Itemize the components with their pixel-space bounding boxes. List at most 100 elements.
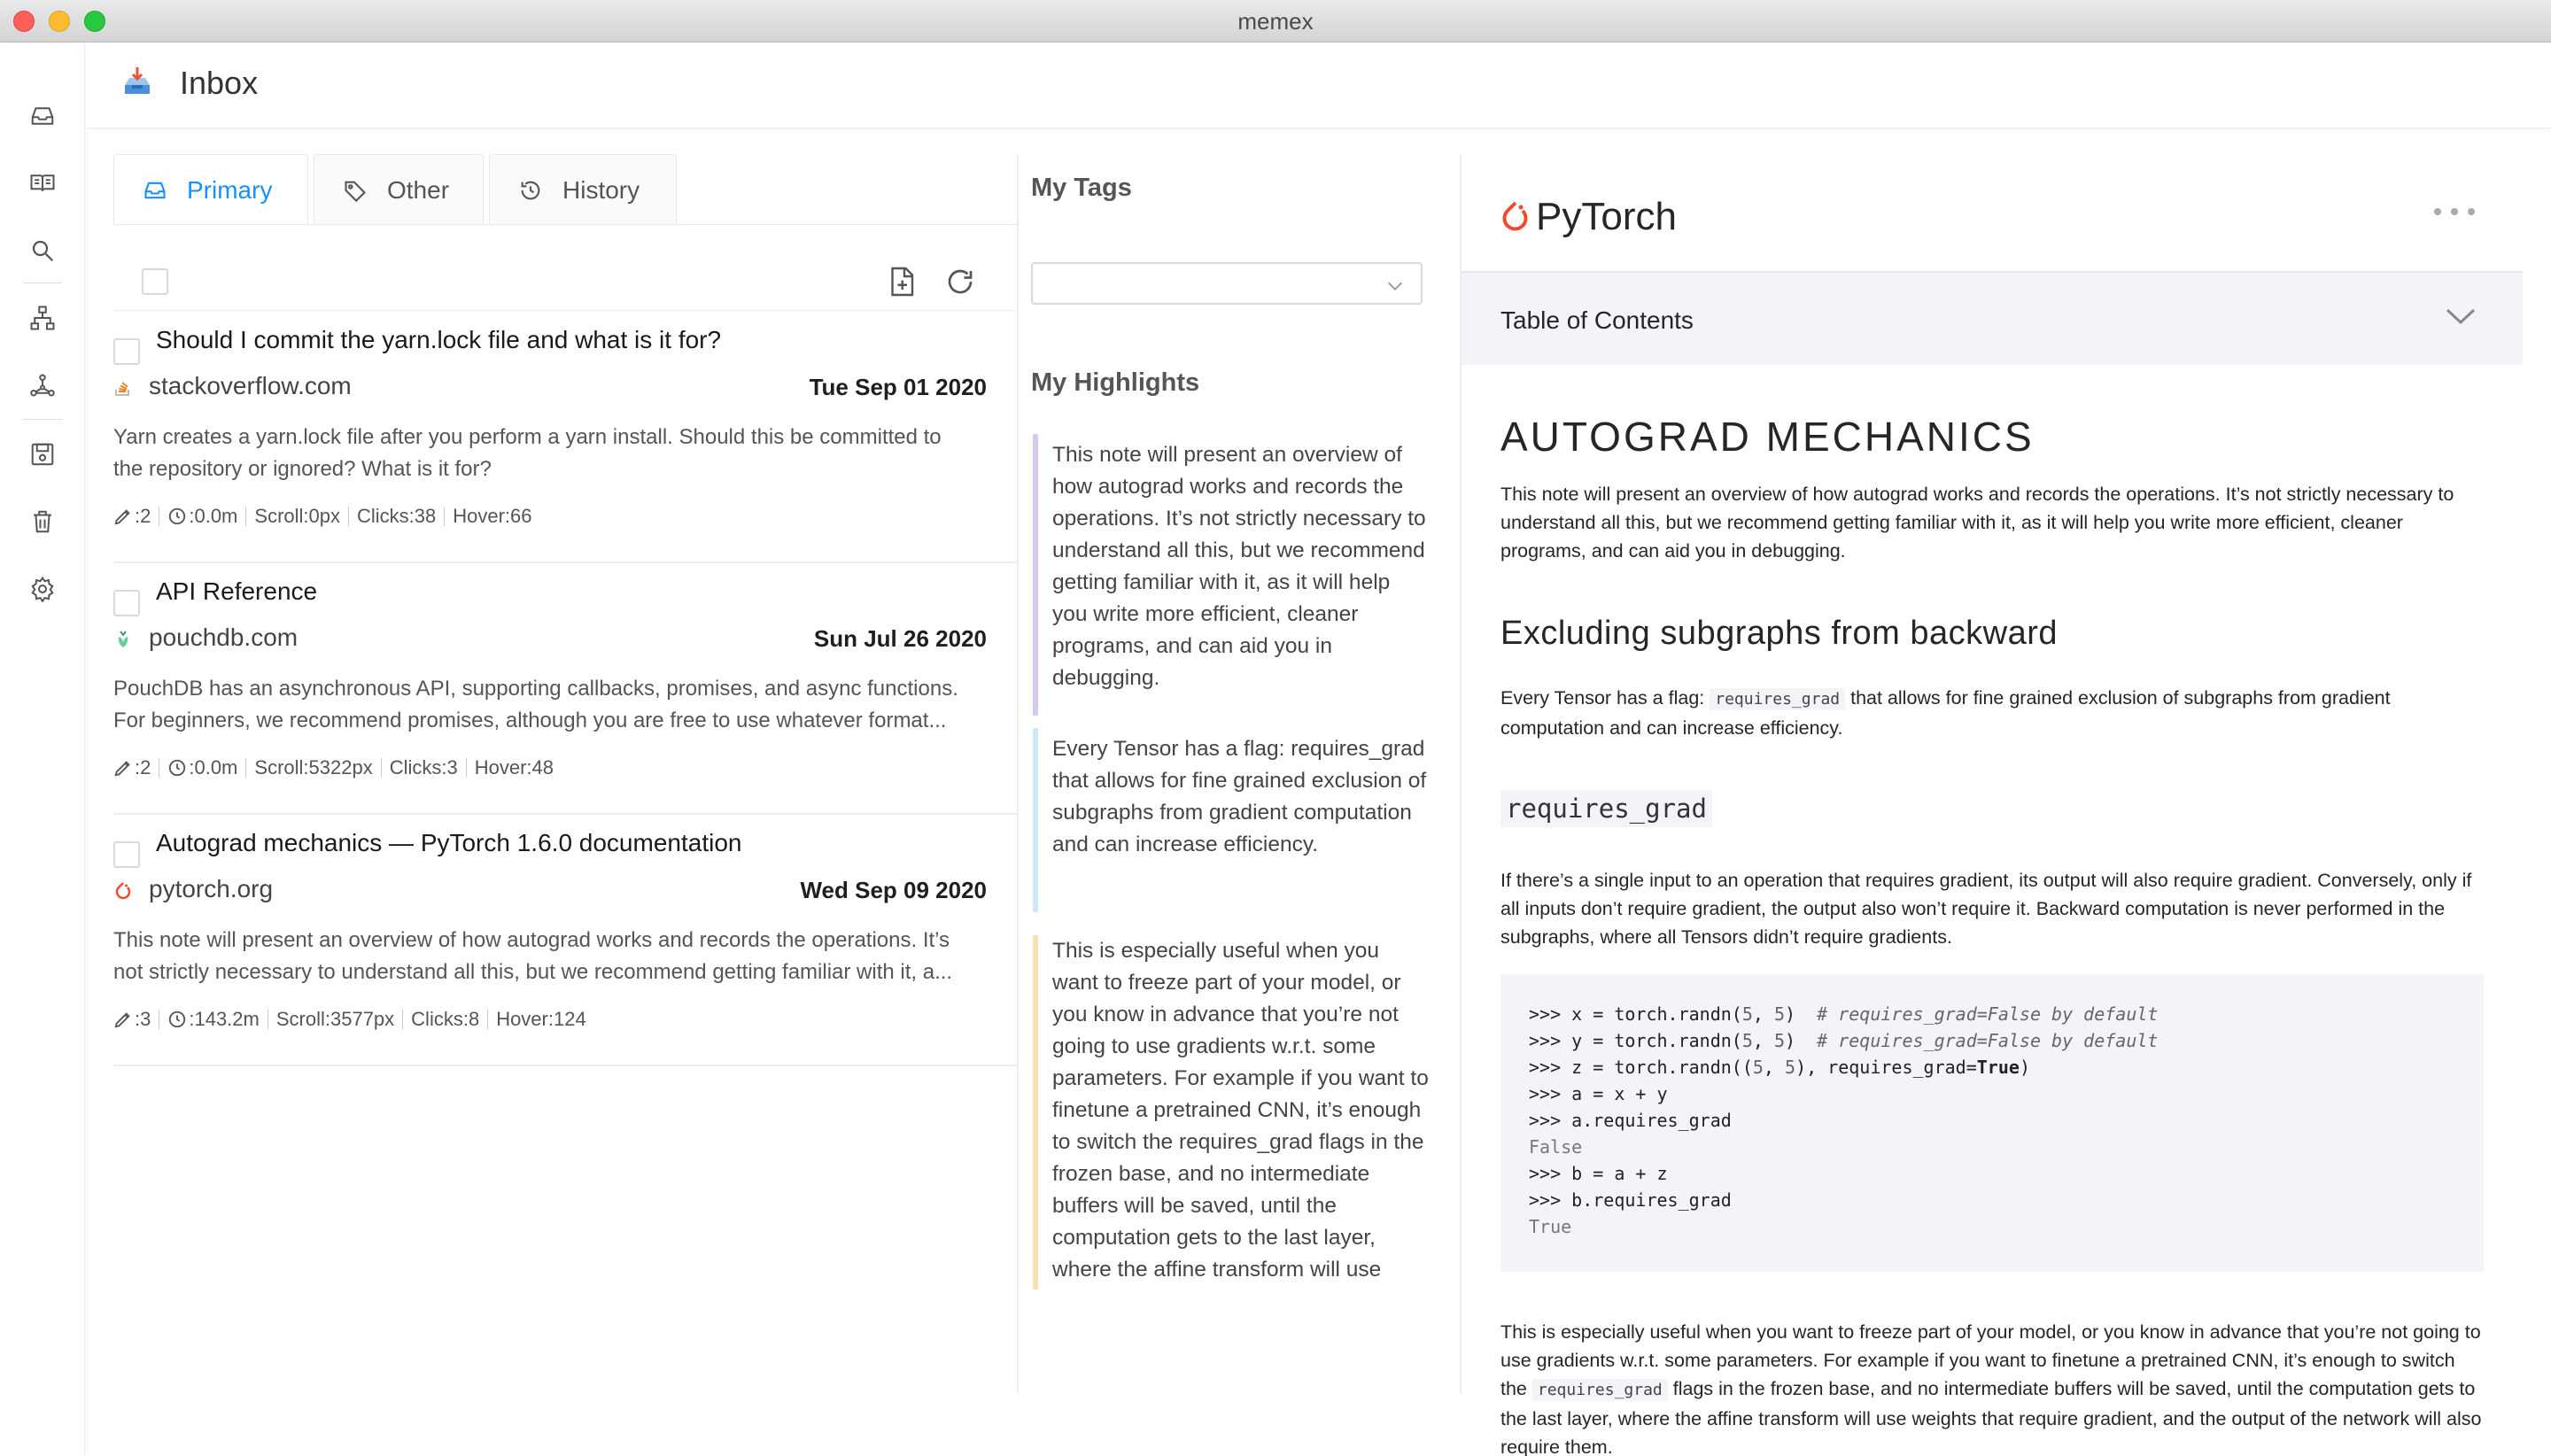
pytorch-flame-icon [1502, 201, 1528, 231]
tag-icon [345, 181, 366, 202]
item-site: pytorch.org [149, 875, 274, 902]
pytorch-brand-text: PyTorch [1536, 195, 1677, 238]
stat-time: :0.0m [189, 756, 238, 778]
highlight-color-bar [1033, 935, 1038, 1289]
highlight-entry[interactable]: This note will present an overview of ho… [1031, 434, 1430, 716]
highlight-entry[interactable]: Every Tensor has a flag: requires_grad t… [1031, 728, 1430, 912]
settings-icon[interactable] [27, 573, 58, 605]
select-all-checkbox[interactable] [142, 268, 168, 295]
item-date: Tue Sep 01 2020 [809, 374, 987, 400]
chevron-down-icon [1388, 282, 1402, 290]
item-date: Sun Jul 26 2020 [813, 625, 987, 652]
column-divider [1017, 154, 1019, 1394]
list-toolbar [113, 253, 1017, 310]
tags-select[interactable] [1031, 262, 1423, 305]
tab-history[interactable]: History [489, 154, 677, 225]
table-of-contents-toggle[interactable]: Table of Contents [1462, 273, 2523, 365]
stat-time: :0.0m [189, 505, 238, 527]
paragraph-text: Every Tensor has a flag: [1500, 687, 1710, 709]
item-description: PouchDB has an asynchronous API, support… [113, 673, 1017, 737]
item-date: Wed Sep 09 2020 [800, 877, 987, 903]
item-site: stackoverflow.com [149, 372, 352, 399]
stat-clicks: Clicks:3 [389, 756, 458, 778]
stat-clicks: Clicks:8 [411, 1008, 480, 1030]
tabs-underline [113, 224, 1017, 225]
reader-pane: PyTorch Table of Contents AUTOGRAD MECHA… [1462, 154, 2523, 1456]
tab-label: History [562, 175, 640, 204]
sitemap-icon[interactable] [27, 302, 58, 334]
item-description-line: PouchDB has an asynchronous API, support… [113, 677, 958, 701]
highlighter-icon [114, 509, 130, 525]
item-stats: :2 :0.0m Scroll:5322px Clicks:3 Hover:48 [113, 756, 554, 779]
inbox-logo-icon [125, 67, 150, 94]
window-title: memex [1237, 8, 1314, 35]
reader-header: PyTorch [1462, 154, 2523, 273]
pouchdb-favicon-icon [118, 631, 128, 647]
stat-clicks: Clicks:38 [356, 505, 437, 527]
inbox-icon[interactable] [27, 100, 58, 132]
stat-highlights: :2 [135, 756, 151, 778]
item-checkbox[interactable] [113, 841, 140, 868]
my-tags-heading: My Tags [1031, 174, 1132, 202]
stat-hover: Hover:66 [453, 505, 532, 527]
chevron-down-icon [2446, 308, 2476, 325]
item-title[interactable]: Autograd mechanics — PyTorch 1.6.0 docum… [156, 829, 741, 857]
stat-scroll: Scroll:0px [254, 505, 340, 527]
tab-primary[interactable]: Primary [113, 154, 308, 226]
article-subheading: Excluding subgraphs from backward [1500, 615, 2059, 652]
list-item[interactable]: Should I commit the yarn.lock file and w… [113, 312, 1017, 563]
item-description-line: not strictly necessary to understand all… [113, 960, 953, 984]
sidebar-divider [23, 419, 62, 420]
search-icon[interactable] [27, 235, 58, 267]
more-options-button[interactable] [2434, 204, 2487, 221]
item-site: pouchdb.com [149, 623, 299, 651]
highlight-text: This is especially useful when you want … [1052, 939, 1429, 1282]
item-stats: :3 :143.2m Scroll:3577px Clicks:8 Hover:… [113, 1008, 586, 1031]
sidebar [0, 43, 85, 1456]
my-highlights-heading: My Highlights [1031, 368, 1200, 397]
stat-hover: Hover:124 [496, 1008, 586, 1030]
stat-scroll: Scroll:5322px [254, 756, 373, 778]
item-title[interactable]: API Reference [156, 577, 317, 606]
article-paragraph: This note will present an overview of ho… [1500, 484, 2454, 561]
item-description: This note will present an overview of ho… [113, 925, 1017, 988]
item-description: Yarn creates a yarn.lock file after you … [113, 422, 1017, 485]
page-title: Inbox [180, 65, 259, 101]
item-description-line: the repository or ignored? What is it fo… [113, 457, 492, 481]
highlighter-icon [114, 1012, 130, 1028]
item-title[interactable]: Should I commit the yarn.lock file and w… [156, 326, 721, 354]
highlight-text: Every Tensor has a flag: requires_grad t… [1052, 737, 1427, 856]
highlight-color-bar [1033, 434, 1038, 716]
reader-icon[interactable] [27, 167, 58, 199]
article-code-heading: requires_grad [1500, 790, 1712, 827]
trash-icon[interactable] [27, 506, 58, 538]
page-header: Inbox [86, 43, 2551, 128]
tab-other[interactable]: Other [314, 154, 484, 225]
graph-icon[interactable] [27, 369, 58, 401]
list-item[interactable]: Autograd mechanics — PyTorch 1.6.0 docum… [113, 815, 1017, 1066]
clock-icon [169, 507, 186, 525]
item-description-line: This note will present an overview of ho… [113, 928, 950, 952]
stat-hover: Hover:48 [474, 756, 554, 778]
list-item[interactable]: API Reference pouchdb.com Sun Jul 26 202… [113, 563, 1017, 815]
add-file-icon[interactable] [886, 266, 918, 298]
highlight-entry[interactable]: This is especially useful when you want … [1031, 935, 1430, 1289]
item-stats: :2 :0.0m Scroll:0px Clicks:38 Hover:66 [113, 505, 532, 528]
pytorch-logo: PyTorch [1500, 195, 1677, 239]
clock-icon [169, 759, 186, 777]
pytorch-favicon-icon [115, 882, 131, 900]
save-icon[interactable] [27, 438, 58, 470]
item-checkbox[interactable] [113, 590, 140, 616]
history-icon [521, 181, 540, 199]
inline-code: requires_grad [1531, 1379, 1668, 1401]
inline-code: requires_grad [1710, 688, 1846, 710]
clock-icon [169, 1011, 186, 1028]
article-paragraph: If there’s a single input to an operatio… [1500, 870, 2472, 948]
stat-highlights: :2 [135, 505, 151, 527]
item-checkbox[interactable] [113, 338, 140, 365]
refresh-icon[interactable] [944, 266, 976, 298]
toc-label: Table of Contents [1500, 306, 1694, 334]
article-paragraph: This is especially useful when you want … [1500, 1318, 2484, 1456]
highlight-text: This note will present an overview of ho… [1052, 443, 1426, 690]
toolbar-divider [113, 310, 1017, 311]
